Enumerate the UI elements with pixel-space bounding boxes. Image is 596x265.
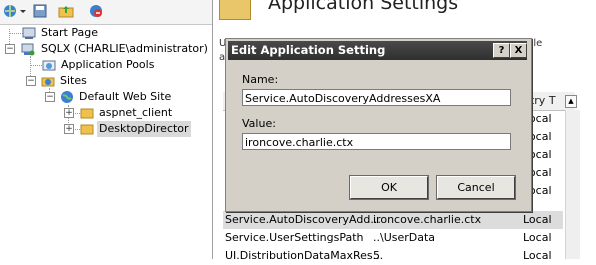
application-pools-icon (42, 58, 56, 72)
globe-connect-icon[interactable] (3, 3, 19, 19)
table-row[interactable]: UI.DistributionDataMaxRes... 5 Local (223, 247, 563, 265)
disconnect-icon[interactable] (88, 3, 104, 19)
setting-value: 5 (373, 249, 380, 262)
collapse-icon[interactable]: − (45, 92, 55, 102)
tree-item-label: DesktopDirector (97, 121, 191, 137)
table-row[interactable]: Service.AutoDiscoveryAdd... ironcove.cha… (223, 211, 563, 229)
server-icon (21, 42, 35, 56)
tree-item-label: Start Page (41, 26, 98, 39)
setting-entry-type: Local (523, 231, 552, 244)
tree-item-label: aspnet_client (99, 106, 173, 119)
tree-item-label: Application Pools (61, 58, 155, 71)
help-button[interactable]: ? (493, 43, 510, 58)
folder-icon (80, 106, 94, 120)
up-folder-icon[interactable] (58, 3, 74, 19)
value-field[interactable]: ironcove.charlie.ctx (242, 133, 511, 150)
setting-entry-type: Local (523, 249, 552, 262)
collapse-icon[interactable]: − (26, 76, 36, 86)
setting-value: ironcove.charlie.ctx (373, 213, 482, 226)
dialog-title: Edit Application Setting (231, 43, 386, 57)
globe-icon (60, 90, 74, 104)
setting-value: ..\UserData (373, 231, 436, 244)
setting-entry-type: Local (523, 213, 552, 226)
folder-icon (80, 122, 94, 136)
collapse-icon[interactable]: − (5, 44, 15, 54)
application-settings-icon (219, 0, 251, 20)
tree-item-label: Sites (60, 74, 87, 87)
sort-arrow-icon[interactable]: ▲ (565, 95, 577, 108)
cancel-button[interactable]: Cancel (436, 175, 516, 200)
table-row[interactable]: Service.UserSettingsPath ..\UserData Loc… (223, 229, 563, 247)
setting-name: Service.UserSettingsPath (225, 231, 364, 244)
setting-name: Service.AutoDiscoveryAdd... (225, 213, 381, 226)
ok-button[interactable]: OK (349, 175, 429, 200)
value-label: Value: (242, 117, 276, 130)
connections-pane: Start Page − SQLX (CHARLIE\administrator… (0, 0, 213, 259)
expand-icon[interactable]: + (64, 108, 74, 118)
sites-folder-icon (41, 74, 55, 88)
close-button[interactable]: X (510, 43, 527, 58)
edit-application-setting-dialog: Edit Application Setting ? X Name: Servi… (225, 38, 532, 212)
tree-item-label: SQLX (CHARLIE\administrator) (41, 42, 208, 55)
name-field[interactable]: Service.AutoDiscoveryAddressesXA (242, 89, 511, 106)
connections-toolbar (0, 0, 212, 25)
setting-name: UI.DistributionDataMaxRes... (225, 249, 384, 262)
dropdown-arrow-icon[interactable] (19, 3, 27, 19)
expand-icon[interactable]: + (64, 124, 74, 134)
save-icon[interactable] (32, 3, 48, 19)
page-title: Application Settings (268, 0, 459, 14)
tree-item-label: Default Web Site (79, 90, 172, 103)
start-page-icon (22, 26, 36, 40)
dialog-title-bar[interactable]: Edit Application Setting ? X (228, 41, 527, 60)
vertical-scrollbar[interactable] (565, 110, 580, 259)
name-label: Name: (242, 73, 279, 86)
